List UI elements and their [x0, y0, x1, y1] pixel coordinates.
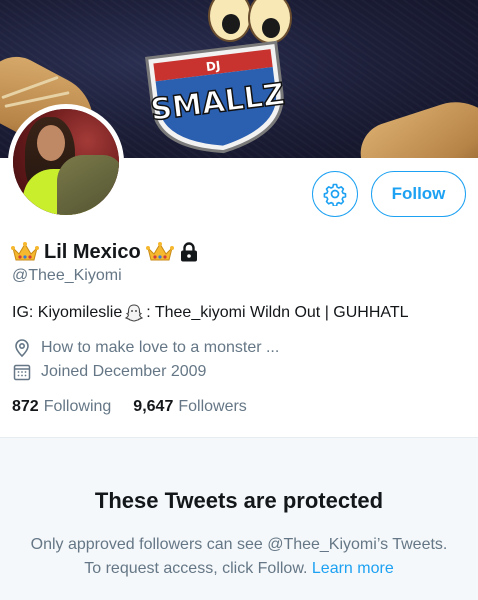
- follow-button[interactable]: Follow: [371, 171, 466, 217]
- protected-message: Only approved followers can see @Thee_Ki…: [24, 533, 454, 581]
- following-count-link[interactable]: 872 Following: [12, 398, 111, 416]
- join-date-text: Joined December 2009: [41, 363, 207, 380]
- location-text: How to make love to a monster ...: [41, 339, 280, 356]
- followers-label: Followers: [178, 398, 247, 415]
- profile-join-date: Joined December 2009: [12, 362, 206, 382]
- crown-emoji-icon: [145, 242, 174, 261]
- protected-title: These Tweets are protected: [94, 488, 384, 513]
- crown-emoji-icon: [11, 242, 39, 261]
- protected-lock-icon: [180, 242, 197, 262]
- profile-location: How to make love to a monster ...: [12, 338, 279, 358]
- calendar-icon: [13, 364, 31, 381]
- avatar-jacket: [57, 155, 119, 215]
- display-name: Lil Mexico: [44, 240, 141, 263]
- banner-dj-logo: DJ SMALLZ: [145, 40, 287, 154]
- svg-text:DJ: DJ: [205, 58, 221, 74]
- profile-bio: IG: Kiyomileslie : Thee_kiyomi Wildn Out…: [12, 303, 409, 323]
- gear-icon: [323, 183, 347, 206]
- bio-text: : Thee_kiyomi Wildn Out | GUHHATL: [146, 304, 409, 321]
- following-count: 872: [12, 398, 39, 415]
- followers-count: 9,647: [133, 398, 174, 415]
- follow-counts: 872 Following 9,647 Followers: [12, 398, 269, 416]
- location-pin-icon: [15, 339, 29, 358]
- profile-avatar[interactable]: [8, 104, 124, 220]
- avatar-face: [37, 125, 65, 161]
- profile-settings-button[interactable]: [312, 171, 358, 217]
- bio-text: IG: Kiyomileslie: [12, 304, 123, 321]
- learn-more-link[interactable]: Learn more: [312, 560, 394, 577]
- protected-tweets-panel: These Tweets are protected Only approved…: [0, 437, 478, 600]
- display-name-row: Lil Mexico: [11, 238, 200, 266]
- following-label: Following: [43, 398, 112, 415]
- snapchat-ghost-icon: [125, 304, 144, 322]
- followers-count-link[interactable]: 9,647 Followers: [133, 398, 247, 416]
- profile-handle: @Thee_Kiyomi: [12, 267, 122, 284]
